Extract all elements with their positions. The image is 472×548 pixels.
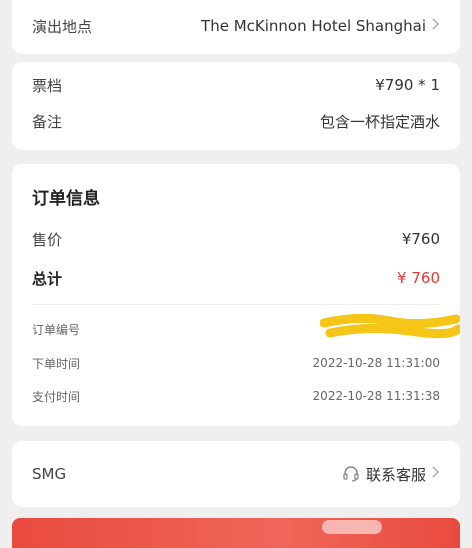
headset-icon: [342, 465, 360, 483]
order-created-row: 下单时间 2022-10-28 11:31:00: [32, 353, 440, 373]
order-paid-value: 2022-10-28 11:31:38: [312, 389, 440, 403]
order-number-row: 订单编号: [32, 313, 460, 339]
order-price-value: ¥760: [401, 230, 440, 248]
ticket-tier-label: 票档: [32, 76, 63, 95]
order-title: 订单信息: [32, 188, 100, 209]
bottom-banner[interactable]: [12, 518, 460, 548]
order-divider: [32, 304, 440, 305]
organizer-name: SMG: [32, 465, 67, 483]
contact-support-label: 联系客服: [365, 465, 426, 484]
ticket-note-label: 备注: [32, 112, 63, 131]
order-number-label: 订单编号: [32, 322, 81, 337]
support-card: SMG 联系客服: [12, 441, 460, 507]
order-total-value: ¥ 760: [397, 269, 440, 287]
order-total-label: 总计: [32, 269, 63, 288]
venue-value: The McKinnon Hotel Shanghai: [201, 17, 426, 35]
chevron-right-icon: [432, 18, 440, 34]
venue-label: 演出地点: [32, 17, 93, 36]
ticket-note-value: 包含一杯指定酒水: [319, 112, 440, 131]
venue-row[interactable]: 演出地点 The McKinnon Hotel Shanghai: [32, 14, 440, 38]
support-row[interactable]: SMG 联系客服: [32, 462, 440, 486]
order-info-card: 订单信息 售价 ¥760 总计 ¥ 760 订单编号 下单时间 2022-10-…: [12, 164, 460, 426]
ticket-tier-value: ¥790 * 1: [375, 76, 440, 94]
order-price-label: 售价: [32, 230, 63, 249]
order-title-row: 订单信息: [32, 184, 440, 209]
order-number-redaction: [320, 313, 460, 339]
contact-support-button[interactable]: 联系客服: [342, 464, 440, 485]
ticket-tier-row: 票档 ¥790 * 1: [32, 74, 440, 96]
order-paid-label: 支付时间: [32, 389, 81, 404]
order-price-row: 售价 ¥760: [32, 228, 440, 250]
order-created-label: 下单时间: [32, 356, 81, 371]
ticket-card: 票档 ¥790 * 1 备注 包含一杯指定酒水: [12, 62, 460, 150]
venue-card: 演出地点 The McKinnon Hotel Shanghai: [12, 0, 460, 54]
order-created-value: 2022-10-28 11:31:00: [312, 356, 440, 370]
order-total-row: 总计 ¥ 760: [32, 267, 440, 289]
ticket-note-row: 备注 包含一杯指定酒水: [32, 110, 440, 132]
banner-decoration: [322, 520, 382, 534]
chevron-right-icon: [432, 466, 440, 482]
order-paid-row: 支付时间 2022-10-28 11:31:38: [32, 386, 440, 406]
